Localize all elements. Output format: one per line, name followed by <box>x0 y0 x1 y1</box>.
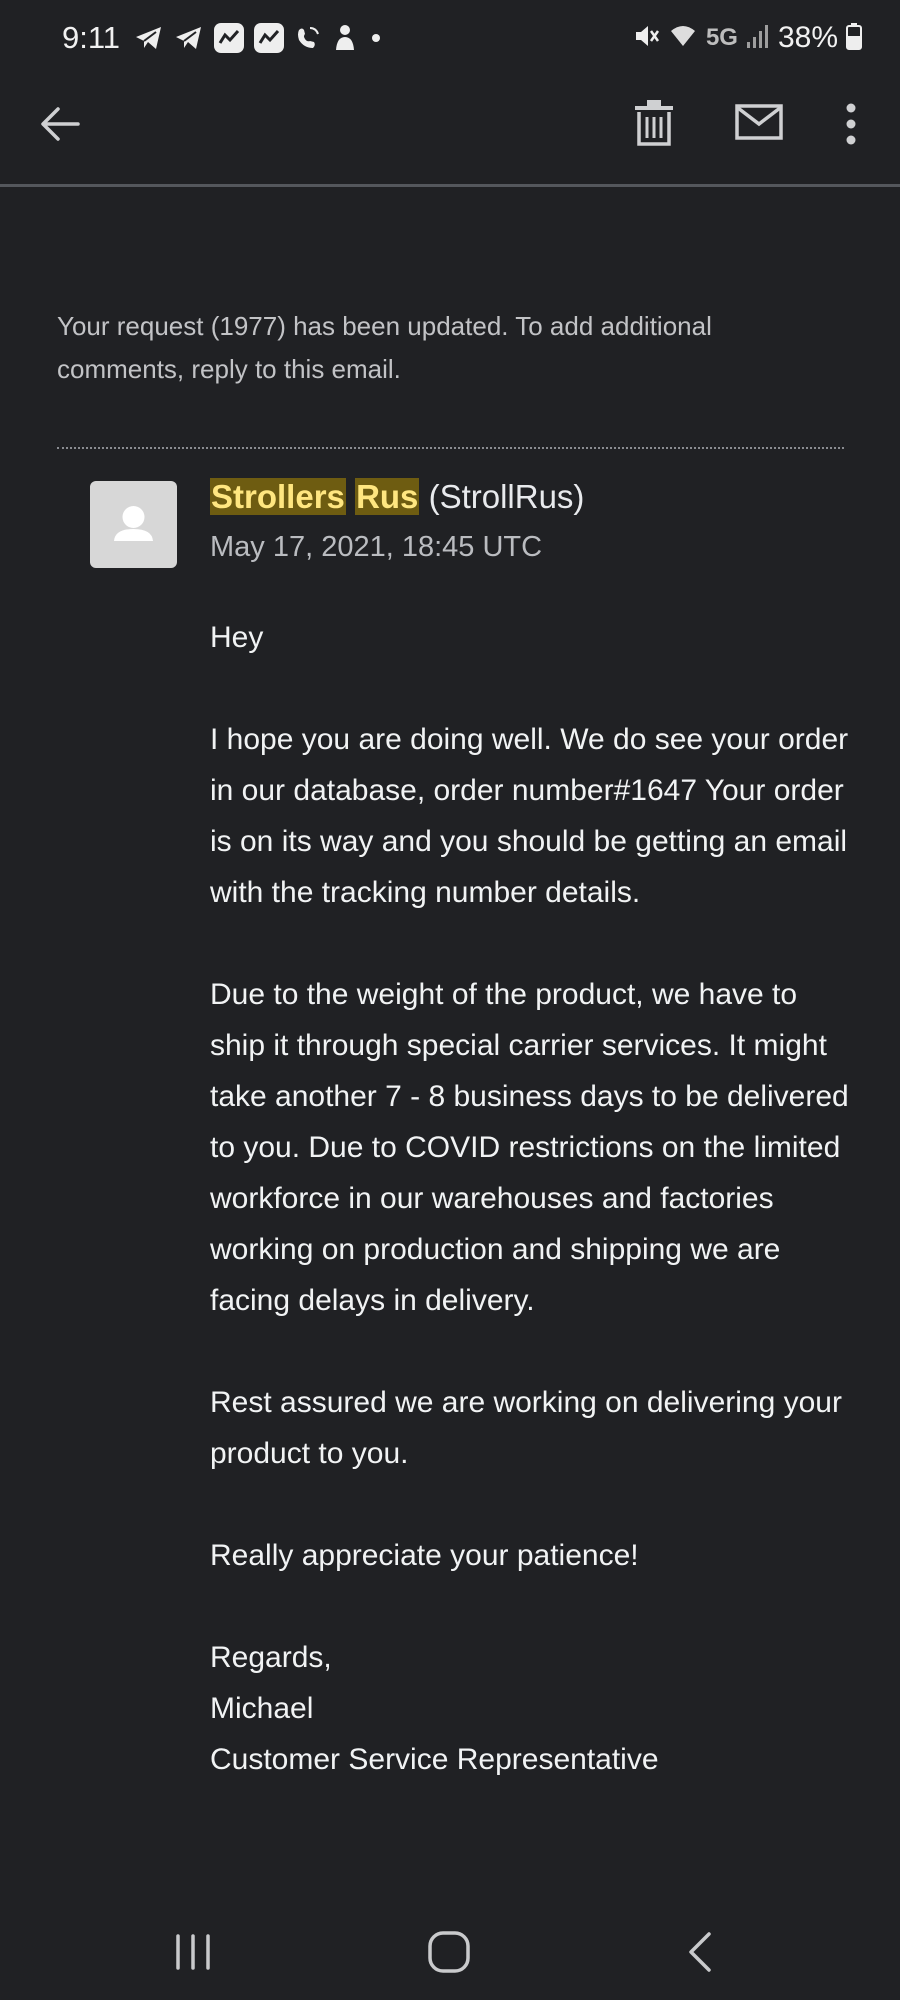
person-notification-icon <box>332 23 358 53</box>
body-paragraph: Really appreciate your patience! <box>210 1539 639 1572</box>
app-notification-icon <box>214 23 244 53</box>
body-paragraph: Rest assured we are working on deliverin… <box>210 1386 842 1470</box>
mail-icon[interactable] <box>734 100 784 146</box>
more-notifications-dot-icon <box>368 30 384 46</box>
closing: Regards, <box>210 1641 332 1674</box>
signature-name: Michael <box>210 1692 314 1725</box>
back-icon[interactable] <box>682 1930 718 1974</box>
wifi-icon <box>668 21 698 56</box>
more-vert-icon[interactable] <box>836 100 866 148</box>
telegram-icon <box>174 23 204 53</box>
sender-avatar <box>90 481 177 568</box>
signature-title: Customer Service Representative <box>210 1743 659 1776</box>
status-bar: 9:11 5G 38% <box>0 0 900 76</box>
signal-icon <box>746 22 770 55</box>
delete-icon[interactable] <box>632 98 676 148</box>
highlighted-search-term: Rus <box>355 478 420 515</box>
email-date: May 17, 2021, 18:45 UTC <box>210 531 543 563</box>
body-paragraph: Due to the weight of the product, we hav… <box>210 978 849 1317</box>
system-navigation-bar <box>0 1900 900 2000</box>
email-toolbar <box>0 76 900 187</box>
status-indicators: 5G 38% <box>632 18 862 58</box>
request-update-notice: Your request (1977) has been updated. To… <box>57 311 712 384</box>
greeting: Hey <box>210 621 264 654</box>
highlighted-search-term: Strollers <box>210 478 346 515</box>
notification-icons <box>134 20 384 56</box>
home-icon[interactable] <box>424 1930 474 1974</box>
sender-handle: (StrollRus) <box>428 478 585 515</box>
body-paragraph: I hope you are doing well. We do see you… <box>210 723 849 909</box>
back-arrow-icon[interactable] <box>38 102 82 146</box>
wifi-call-icon <box>294 24 322 52</box>
network-type: 5G <box>705 24 738 51</box>
mute-icon <box>632 21 660 56</box>
dotted-divider <box>57 447 844 449</box>
recent-apps-icon[interactable] <box>170 1930 216 1974</box>
app-notification-icon <box>254 23 284 53</box>
battery-percent: 38% <box>777 21 838 54</box>
sender-name: Strollers Rus (StrollRus) <box>210 478 584 516</box>
email-body: Hey I hope you are doing well. We do see… <box>210 612 860 1785</box>
telegram-icon <box>134 23 164 53</box>
battery-icon <box>846 21 862 56</box>
status-time: 9:11 <box>62 20 121 55</box>
